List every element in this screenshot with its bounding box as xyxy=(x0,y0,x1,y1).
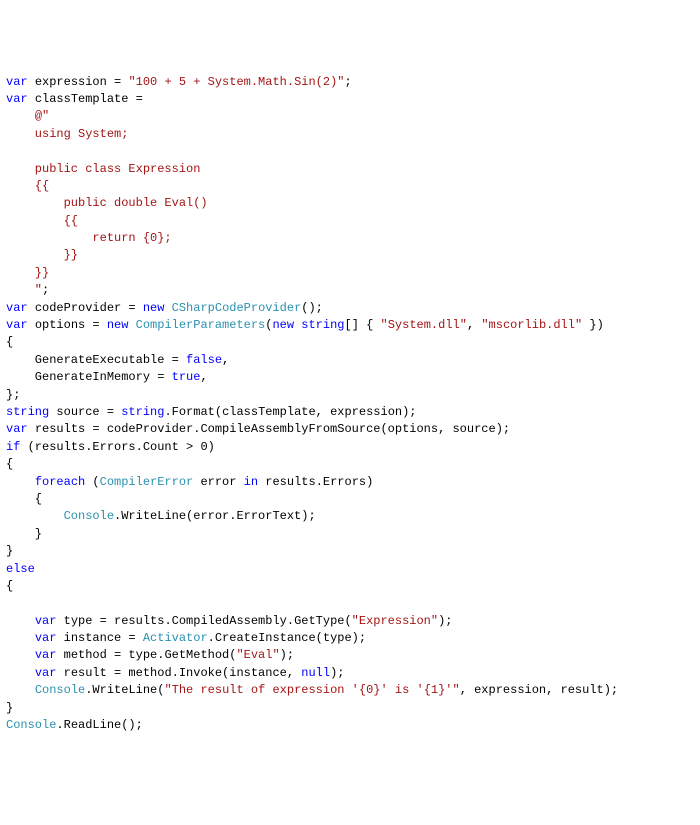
code-token: instance = xyxy=(64,631,143,645)
code-token: string xyxy=(121,405,164,419)
code-token: "The result of expression '{0}' is '{1}'… xyxy=(164,683,459,697)
code-token: in xyxy=(244,475,266,489)
code-token: ; xyxy=(42,283,49,297)
code-token: .ReadLine(); xyxy=(56,718,142,732)
code-token: GenerateInMemory = xyxy=(6,370,172,384)
code-token: CompilerParameters xyxy=(136,318,266,332)
code-token: "100 + 5 + System.Math.Sin(2)" xyxy=(128,75,344,89)
code-token: using System; xyxy=(6,127,128,141)
code-token: }; xyxy=(6,388,20,402)
code-token: { xyxy=(6,335,13,349)
code-token: classTemplate = xyxy=(35,92,143,106)
code-token: }) xyxy=(582,318,604,332)
code-token: string xyxy=(6,405,56,419)
code-token: Console xyxy=(35,683,85,697)
code-token: null xyxy=(301,666,330,680)
code-token: Console xyxy=(6,718,56,732)
code-token: "mscorlib.dll" xyxy=(481,318,582,332)
code-token: new xyxy=(107,318,136,332)
code-token xyxy=(6,509,64,523)
code-token: error xyxy=(193,475,243,489)
code-token: { xyxy=(6,492,42,506)
code-token: ); xyxy=(280,648,294,662)
code-token: results = codeProvider.CompileAssemblyFr… xyxy=(35,422,510,436)
code-token: var xyxy=(35,631,64,645)
code-token: type = results.CompiledAssembly.GetType( xyxy=(64,614,352,628)
code-token: var xyxy=(6,422,35,436)
code-token: ; xyxy=(344,75,351,89)
code-token: expression = xyxy=(35,75,129,89)
code-token xyxy=(6,631,35,645)
code-token: { xyxy=(6,579,13,593)
code-token: "System.dll" xyxy=(381,318,467,332)
code-token: public double Eval() xyxy=(6,196,208,210)
code-token: }} xyxy=(6,248,78,262)
code-token xyxy=(6,109,35,123)
code-token: , expression, result); xyxy=(460,683,618,697)
code-token: }} xyxy=(6,266,49,280)
code-token: } xyxy=(6,527,42,541)
code-token: string xyxy=(301,318,344,332)
code-token: var xyxy=(6,75,35,89)
code-token: foreach xyxy=(35,475,93,489)
code-token: public class Expression xyxy=(6,162,200,176)
code-block: var expression = "100 + 5 + System.Math.… xyxy=(6,74,694,735)
code-token: {{ xyxy=(6,179,49,193)
code-token: CSharpCodeProvider xyxy=(172,301,302,315)
code-token: , xyxy=(467,318,481,332)
code-token: } xyxy=(6,544,13,558)
code-token: else xyxy=(6,562,35,576)
code-token xyxy=(6,683,35,697)
code-token: .WriteLine( xyxy=(85,683,164,697)
code-token: {{ xyxy=(6,214,78,228)
code-token: var xyxy=(6,301,35,315)
code-token: " xyxy=(6,283,42,297)
code-token: { xyxy=(6,457,13,471)
code-token: result = method.Invoke(instance, xyxy=(64,666,302,680)
code-token: GenerateExecutable = xyxy=(6,353,186,367)
code-token: false xyxy=(186,353,222,367)
code-token: return {0}; xyxy=(6,231,172,245)
code-token: ( xyxy=(92,475,99,489)
code-token: var xyxy=(35,614,64,628)
code-token: } xyxy=(6,701,13,715)
code-token: new xyxy=(143,301,172,315)
code-token: .CreateInstance(type); xyxy=(208,631,366,645)
code-token: options = xyxy=(35,318,107,332)
code-token: , xyxy=(200,370,207,384)
code-token: (); xyxy=(301,301,323,315)
code-token: Activator xyxy=(143,631,208,645)
code-token: method = type.GetMethod( xyxy=(64,648,237,662)
code-token: Console xyxy=(64,509,114,523)
code-token xyxy=(6,475,35,489)
code-token: results.Errors) xyxy=(265,475,373,489)
code-token: new xyxy=(272,318,301,332)
code-token: var xyxy=(6,318,35,332)
code-token: var xyxy=(35,648,64,662)
code-token: "Eval" xyxy=(236,648,279,662)
code-token: ); xyxy=(330,666,344,680)
code-token: codeProvider = xyxy=(35,301,143,315)
code-token: var xyxy=(35,666,64,680)
code-token: var xyxy=(6,92,35,106)
code-token: .Format(classTemplate, expression); xyxy=(164,405,416,419)
code-token: CompilerError xyxy=(100,475,194,489)
code-token: source = xyxy=(56,405,121,419)
code-token: "Expression" xyxy=(352,614,438,628)
code-token: (results.Errors.Count > 0) xyxy=(28,440,215,454)
code-token: , xyxy=(222,353,229,367)
code-token xyxy=(6,666,35,680)
code-token: true xyxy=(172,370,201,384)
code-token: ); xyxy=(438,614,452,628)
code-token: [] { xyxy=(345,318,381,332)
code-token: if xyxy=(6,440,28,454)
code-token xyxy=(6,614,35,628)
code-token xyxy=(6,648,35,662)
code-token: @" xyxy=(35,109,49,123)
code-token: .WriteLine(error.ErrorText); xyxy=(114,509,316,523)
